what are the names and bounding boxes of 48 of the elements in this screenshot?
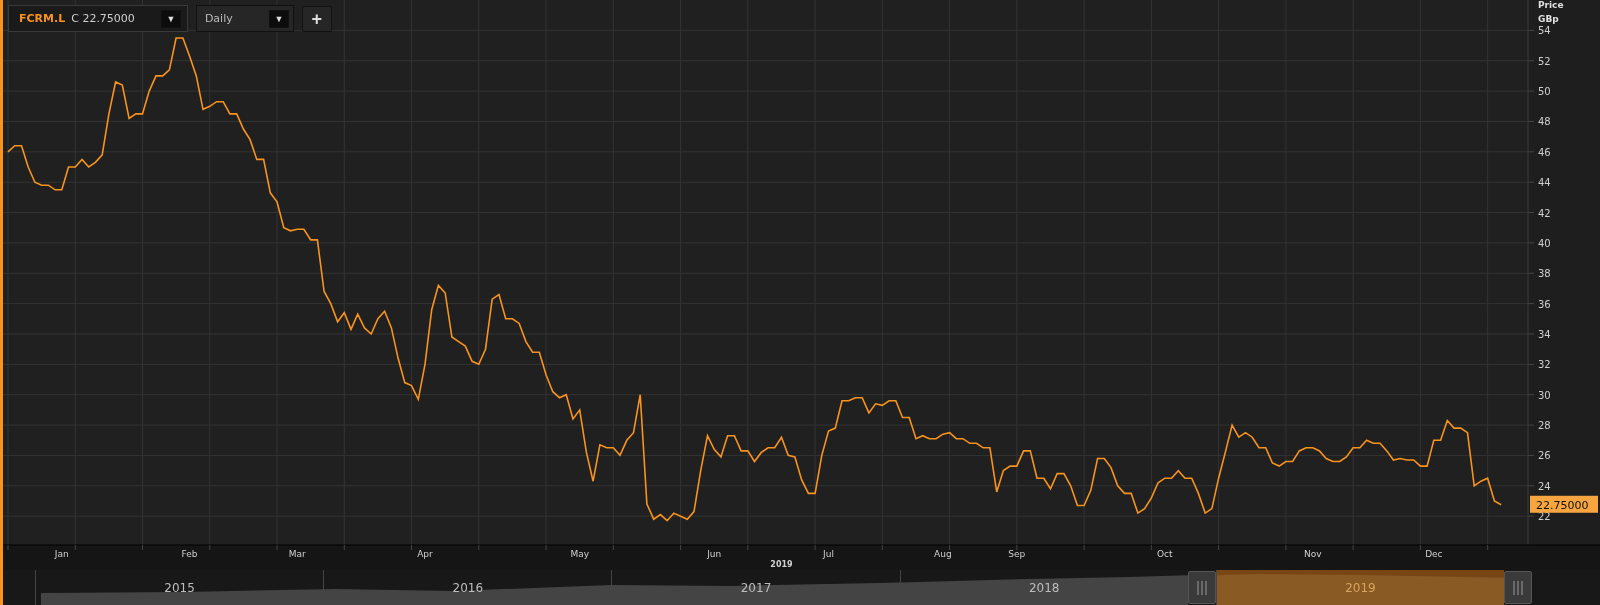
year-label: 2019 — [770, 560, 793, 569]
axis-unit: GBp — [1538, 14, 1559, 24]
x-tick-label: Jun — [707, 549, 722, 559]
y-tick-label: 26 — [1538, 450, 1551, 462]
year-range[interactable]: 2016 — [323, 570, 612, 605]
symbol-selector[interactable]: FCRM.L C 22.75000 ▼ — [8, 5, 188, 32]
dropdown-button[interactable]: ▼ — [268, 9, 289, 28]
y-tick-label: 22 — [1538, 511, 1551, 523]
y-tick-label: 28 — [1538, 420, 1551, 432]
y-tick-label: 36 — [1538, 298, 1551, 310]
x-tick-label: Feb — [181, 549, 198, 559]
x-tick-label: May — [570, 549, 589, 559]
y-tick-label: 44 — [1538, 177, 1551, 189]
grip-icon — [1196, 580, 1207, 595]
x-tick-label: Mar — [288, 549, 306, 559]
x-tick-label: Nov — [1304, 549, 1322, 559]
y-tick-label: 40 — [1538, 237, 1551, 249]
range-handle[interactable] — [1187, 571, 1216, 604]
range-handle[interactable] — [1504, 571, 1532, 604]
y-tick-label: 48 — [1538, 116, 1551, 128]
symbol-label: FCRM.L — [19, 12, 66, 25]
close-price: C 22.75000 — [71, 12, 135, 25]
grip-icon — [1513, 580, 1523, 595]
axis-title: Price — [1538, 0, 1564, 10]
year-range[interactable]: 2015 — [35, 570, 324, 605]
interval-selector[interactable]: Daily ▼ — [195, 5, 294, 32]
y-tick-label: 24 — [1538, 480, 1551, 492]
y-tick-label: 34 — [1538, 329, 1551, 340]
year-range[interactable]: 2018 — [899, 570, 1188, 605]
y-tick-label: 42 — [1538, 207, 1551, 219]
last-price-badge: 22.75000 — [1530, 495, 1598, 513]
x-tick-label: Oct — [1157, 549, 1173, 559]
y-tick-label: 32 — [1538, 359, 1551, 371]
x-tick-label: Jan — [54, 549, 69, 559]
y-tick-label: 52 — [1538, 55, 1551, 67]
y-tick-label: 38 — [1538, 268, 1551, 280]
x-tick-label: Dec — [1425, 549, 1443, 559]
y-tick-label: 46 — [1538, 146, 1551, 158]
interval-label: Daily — [204, 12, 233, 25]
y-tick-label: 50 — [1538, 86, 1551, 98]
y-tick-label: 30 — [1538, 389, 1551, 401]
year-range[interactable]: 2017 — [611, 570, 900, 605]
x-tick-label: Sep — [1008, 549, 1026, 559]
y-tick-label: 54 — [1538, 25, 1551, 37]
x-tick-label: Aug — [934, 549, 952, 559]
x-tick-label: Jul — [823, 549, 834, 559]
dropdown-button[interactable]: ▼ — [160, 9, 181, 28]
x-tick-label: Apr — [417, 549, 433, 559]
